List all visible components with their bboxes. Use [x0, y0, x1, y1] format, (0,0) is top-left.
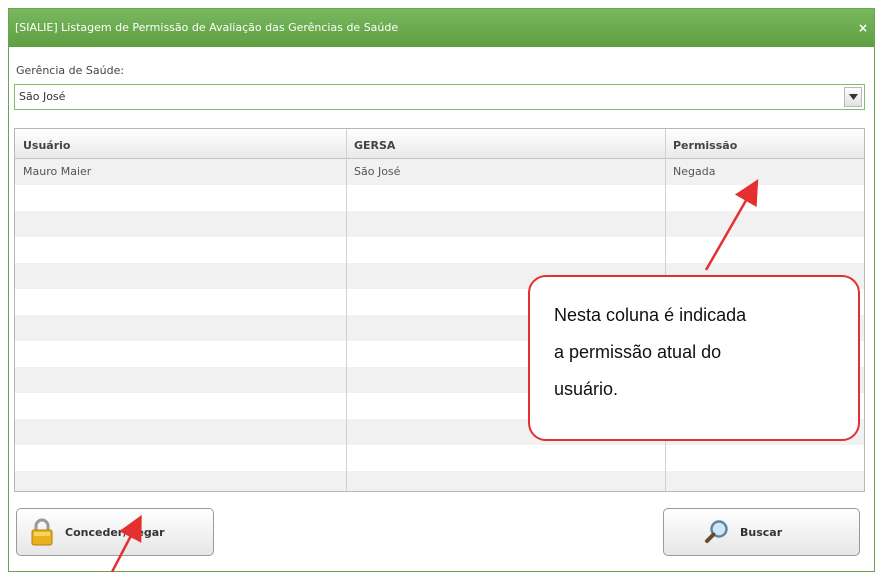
magnifier-icon [704, 519, 730, 545]
search-button[interactable]: Buscar [663, 508, 860, 556]
cell-user [15, 185, 346, 211]
cell-user [15, 315, 346, 341]
callout-line: usuário. [554, 379, 619, 399]
column-header-gersa[interactable]: GERSA [346, 134, 665, 158]
table-row[interactable] [15, 185, 864, 211]
cell-gersa: São José [354, 165, 401, 178]
cell-user [15, 445, 346, 471]
cell-gersa [346, 185, 665, 211]
cell-user [15, 237, 346, 263]
cell-permission [665, 445, 864, 471]
table-row[interactable] [15, 471, 864, 491]
window-title: [SIALIE] Listagem de Permissão de Avalia… [15, 21, 399, 34]
chevron-down-icon[interactable] [844, 87, 862, 107]
table-header: Usuário GERSA Permissão [15, 129, 864, 159]
cell-gersa [346, 471, 665, 491]
search-label: Buscar [740, 525, 783, 539]
table-row[interactable] [15, 237, 864, 263]
cell-user [15, 471, 346, 491]
close-icon[interactable]: × [858, 9, 868, 47]
cell-permission: Negada [673, 165, 716, 178]
table-row[interactable] [15, 211, 864, 237]
grant-deny-label: Conceder/Negar [65, 525, 165, 539]
cell-permission [665, 237, 864, 263]
cell-permission [665, 471, 864, 491]
cell-user [15, 263, 346, 289]
cell-permission [665, 185, 864, 211]
annotation-callout: Nesta coluna é indicada a permissão atua… [528, 275, 860, 441]
cell-user [15, 419, 346, 445]
column-header-user[interactable]: Usuário [15, 134, 346, 158]
cell-user: Mauro Maier [23, 165, 92, 178]
cell-user [15, 211, 346, 237]
column-header-permission[interactable]: Permissão [665, 134, 864, 158]
health-management-label: Gerência de Saúde: [16, 64, 125, 77]
grant-deny-button[interactable]: Conceder/Negar [16, 508, 214, 556]
cell-user [15, 341, 346, 367]
cell-gersa [346, 211, 665, 237]
cell-permission [665, 211, 864, 237]
callout-line: a permissão atual do [554, 342, 722, 362]
title-bar: [SIALIE] Listagem de Permissão de Avalia… [9, 9, 874, 47]
selected-value: São José [19, 90, 66, 103]
column-divider [346, 129, 347, 491]
table-row[interactable] [15, 445, 864, 471]
cell-user [15, 393, 346, 419]
cell-gersa [346, 445, 665, 471]
cell-user [15, 289, 346, 315]
callout-line: Nesta coluna é indicada [554, 305, 747, 325]
table-row[interactable]: Mauro Maier São José Negada [15, 159, 864, 185]
cell-gersa [346, 237, 665, 263]
lock-icon [29, 518, 55, 546]
cell-user [15, 367, 346, 393]
health-management-select[interactable]: São José [14, 84, 865, 110]
